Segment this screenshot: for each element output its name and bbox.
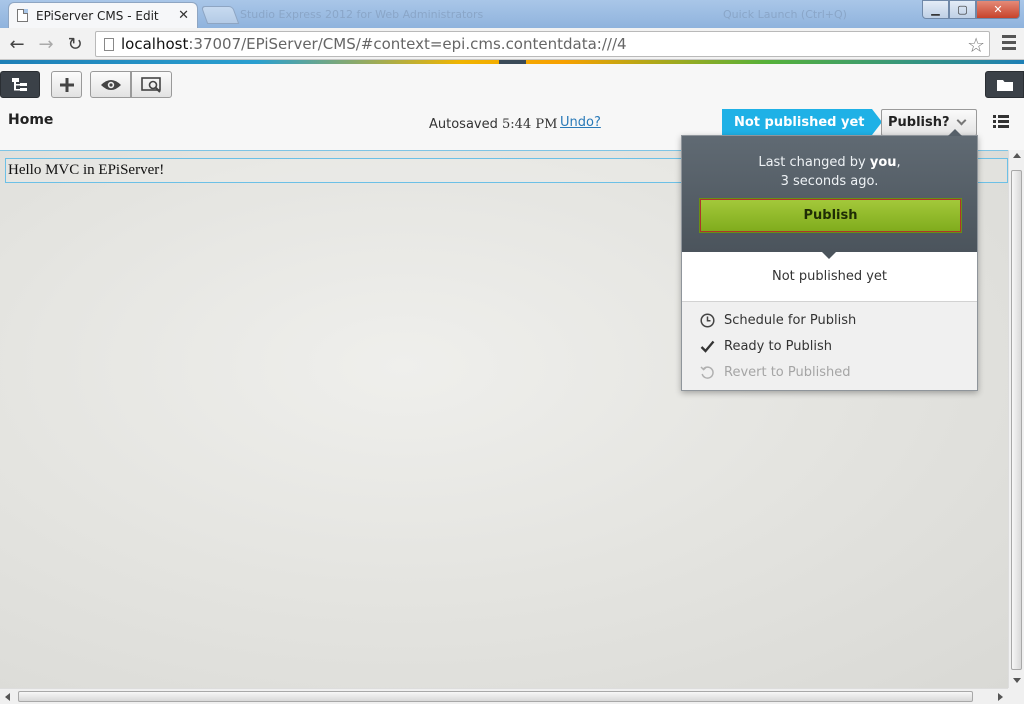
check-icon bbox=[700, 340, 714, 353]
vertical-scrollbar[interactable] bbox=[1008, 150, 1024, 688]
publish-button[interactable]: Publish bbox=[699, 198, 962, 233]
address-bar[interactable]: localhost:37007/EPiServer/CMS/#context=e… bbox=[95, 31, 990, 57]
scroll-corner bbox=[1008, 688, 1024, 704]
tab-title: EPiServer CMS - Edit bbox=[36, 8, 159, 23]
last-changed-prefix: Last changed by bbox=[758, 155, 866, 170]
tab-close-icon[interactable]: ✕ bbox=[178, 8, 189, 23]
add-content-button[interactable] bbox=[51, 71, 82, 98]
ready-to-publish-label: Ready to Publish bbox=[724, 338, 833, 354]
autosave-label: Autosaved bbox=[429, 117, 498, 132]
plus-icon bbox=[59, 77, 74, 92]
page-tree-button[interactable] bbox=[0, 71, 40, 98]
publish-menu-button[interactable]: Publish? bbox=[881, 109, 977, 136]
browser-tab[interactable]: EPiServer CMS - Edit ✕ bbox=[8, 2, 198, 28]
browser-titlebar: EPiServer CMS - Edit ✕ Studio Express 20… bbox=[0, 0, 1024, 28]
revert-to-published-label: Revert to Published bbox=[724, 364, 851, 380]
last-changed-suffix: , bbox=[896, 155, 901, 170]
autosave-time: 5:44 PM bbox=[502, 117, 558, 132]
background-quick-launch: Quick Launch (Ctrl+Q) bbox=[723, 8, 847, 21]
publish-status-text: Not published yet bbox=[682, 252, 977, 302]
reload-button[interactable]: ↻ bbox=[63, 32, 87, 56]
bookmark-star-icon[interactable]: ☆ bbox=[967, 33, 985, 57]
autosave-status: Autosaved 5:44 PM bbox=[429, 117, 557, 132]
schedule-for-publish-label: Schedule for Publish bbox=[724, 312, 857, 328]
scroll-left-icon[interactable] bbox=[5, 693, 10, 701]
browser-toolbar: ← → ↻ localhost:37007/EPiServer/CMS/#con… bbox=[0, 28, 1024, 60]
revert-icon bbox=[699, 365, 714, 379]
browser-menu-icon[interactable] bbox=[1002, 35, 1016, 53]
vertical-scroll-thumb[interactable] bbox=[1011, 170, 1022, 670]
maximize-button[interactable]: ▢ bbox=[949, 0, 976, 19]
url-host: localhost bbox=[121, 35, 189, 53]
revert-to-published-item: Revert to Published bbox=[698, 362, 850, 382]
background-window-title: Studio Express 2012 for Web Administrato… bbox=[240, 8, 484, 21]
scroll-right-icon[interactable] bbox=[998, 693, 1003, 701]
last-changed-user: you bbox=[869, 155, 897, 170]
page-tree-icon bbox=[12, 77, 27, 91]
view-search-icon bbox=[140, 76, 161, 93]
forward-button[interactable]: → bbox=[34, 32, 58, 56]
close-window-button[interactable]: ✕ bbox=[976, 0, 1020, 19]
publish-menu-label: Publish? bbox=[888, 115, 950, 130]
back-button[interactable]: ← bbox=[5, 32, 29, 56]
publish-status-badge: Not published yet bbox=[722, 109, 882, 135]
chevron-down-icon bbox=[956, 115, 966, 126]
scroll-down-icon[interactable] bbox=[1013, 678, 1021, 683]
assets-pane-button[interactable] bbox=[985, 71, 1024, 98]
window-controls: ▁ ▢ ✕ bbox=[922, 0, 1020, 19]
list-options-icon[interactable] bbox=[993, 115, 1009, 130]
page-icon bbox=[17, 9, 28, 22]
page-title: Home bbox=[8, 112, 54, 128]
folder-icon bbox=[996, 79, 1013, 91]
publish-dropdown: Last changed by you, 3 seconds ago. Publ… bbox=[681, 129, 978, 391]
page-icon bbox=[104, 37, 114, 51]
last-changed-info: Last changed by you, 3 seconds ago. bbox=[682, 153, 977, 191]
last-changed-when: 3 seconds ago. bbox=[780, 174, 879, 189]
schedule-for-publish-item[interactable]: Schedule for Publish bbox=[698, 310, 856, 330]
horizontal-scrollbar[interactable] bbox=[0, 688, 1008, 704]
new-tab-button[interactable] bbox=[200, 6, 240, 24]
scroll-up-icon[interactable] bbox=[1013, 153, 1021, 158]
eye-icon bbox=[100, 79, 121, 90]
window-bottom bbox=[0, 704, 1024, 728]
preview-button[interactable] bbox=[90, 71, 131, 98]
minimize-button[interactable]: ▁ bbox=[922, 0, 949, 19]
horizontal-scroll-thumb[interactable] bbox=[18, 691, 973, 702]
url-path: :37007/EPiServer/CMS/#context=epi.cms.co… bbox=[188, 35, 627, 53]
dropdown-pointer bbox=[948, 129, 962, 136]
clock-icon bbox=[699, 312, 715, 328]
compare-view-button[interactable] bbox=[131, 71, 172, 98]
undo-link[interactable]: Undo? bbox=[560, 115, 601, 130]
ready-to-publish-item[interactable]: Ready to Publish bbox=[698, 336, 832, 356]
publish-dropdown-header: Last changed by you, 3 seconds ago. Publ… bbox=[682, 136, 977, 252]
